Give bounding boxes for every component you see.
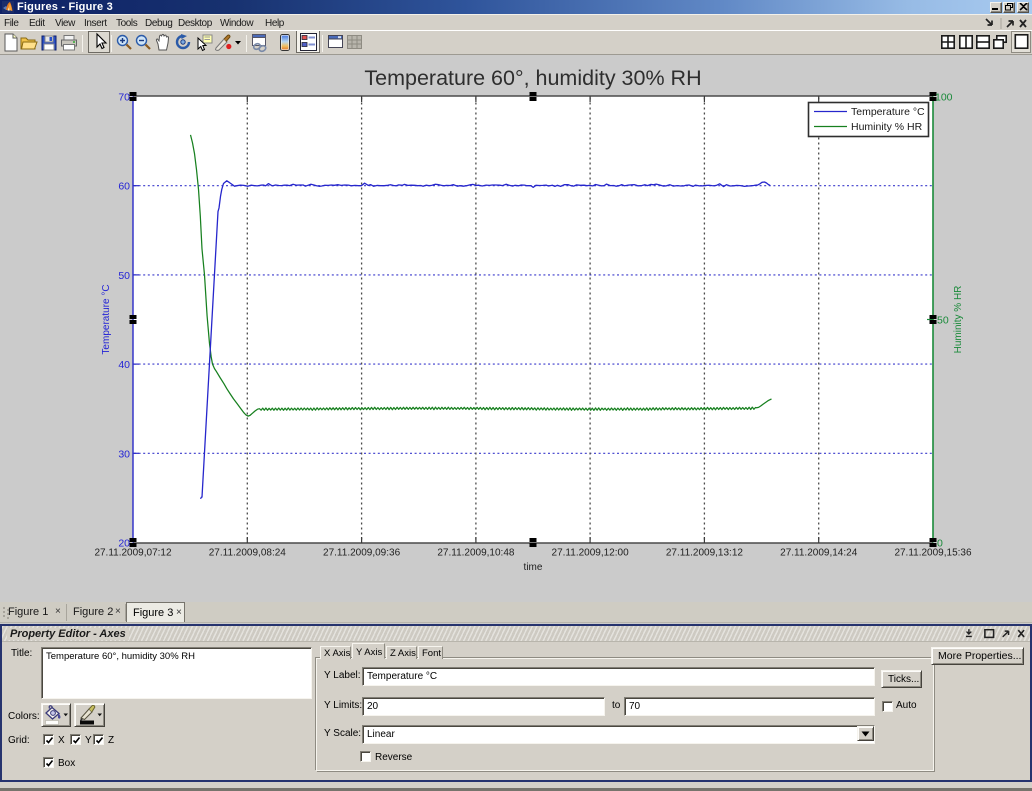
svg-text:27.11.2009,09:36: 27.11.2009,09:36	[323, 548, 401, 559]
svg-text:27.11.2009,08:24: 27.11.2009,08:24	[209, 548, 287, 559]
svg-text:50: 50	[937, 315, 949, 327]
svg-text:70: 70	[118, 92, 130, 104]
svg-text:50: 50	[118, 270, 130, 282]
svg-text:27.11.2009,12:00: 27.11.2009,12:00	[552, 548, 630, 559]
svg-text:time: time	[524, 562, 543, 573]
svg-text:100: 100	[935, 92, 953, 104]
svg-text:27.11.2009,14:24: 27.11.2009,14:24	[780, 548, 858, 559]
svg-text:27.11.2009,15:36: 27.11.2009,15:36	[894, 548, 972, 559]
svg-text:60: 60	[118, 181, 130, 193]
svg-text:27.11.2009,07:12: 27.11.2009,07:12	[94, 548, 172, 559]
svg-text:Temperature °C: Temperature °C	[101, 284, 112, 354]
svg-text:30: 30	[118, 448, 130, 460]
svg-text:Huminity % HR: Huminity % HR	[851, 121, 923, 133]
svg-text:Temperature °C: Temperature °C	[851, 106, 925, 118]
svg-text:27.11.2009,10:48: 27.11.2009,10:48	[437, 548, 515, 559]
svg-text:Temperature 60°, humidity 30%: Temperature 60°, humidity 30% RH	[364, 66, 701, 90]
svg-text:27.11.2009,13:12: 27.11.2009,13:12	[666, 548, 744, 559]
svg-text:Huminity % HR: Huminity % HR	[953, 286, 964, 354]
svg-text:40: 40	[118, 359, 130, 371]
